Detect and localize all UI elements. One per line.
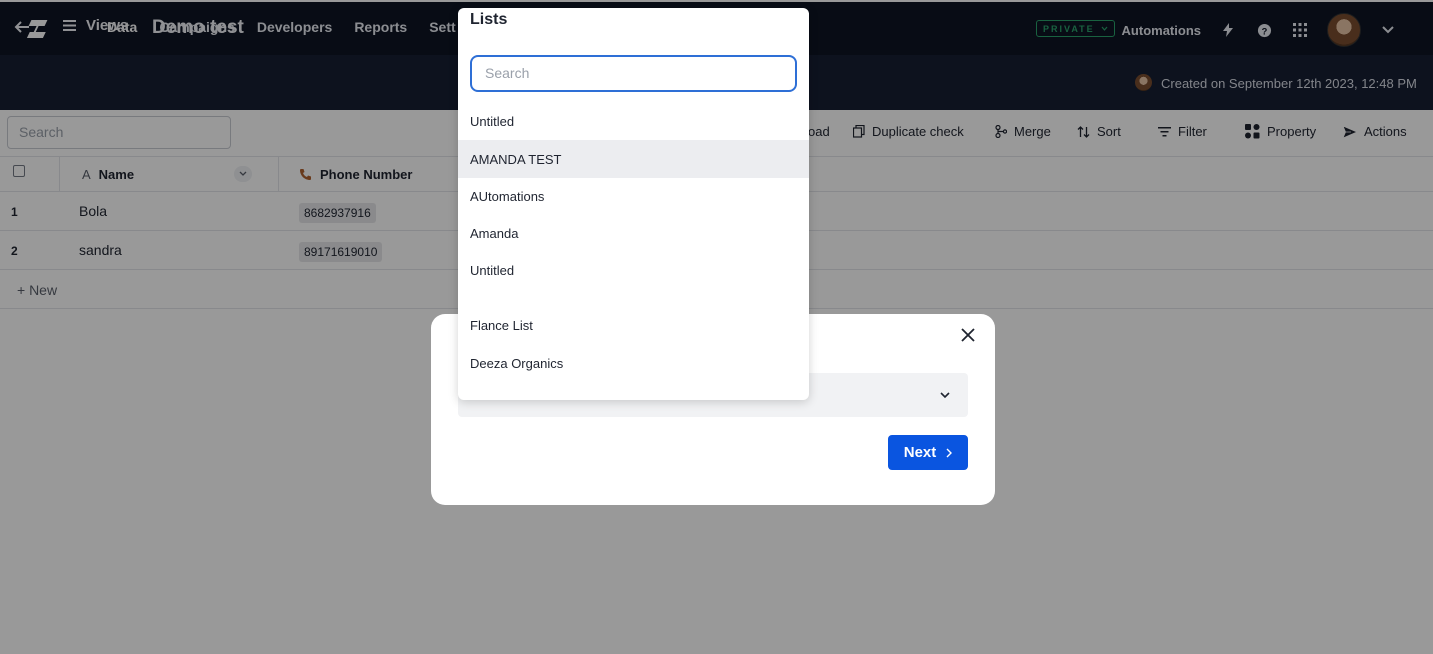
next-label: Next bbox=[903, 444, 937, 461]
close-icon[interactable] bbox=[960, 327, 976, 343]
list-option[interactable]: Untitled bbox=[458, 251, 809, 289]
chevron-right-icon bbox=[946, 448, 953, 457]
dropdown-title: Lists bbox=[470, 11, 508, 28]
chevron-down-icon bbox=[940, 392, 950, 399]
list-option[interactable]: Untitled bbox=[458, 102, 809, 140]
list-option[interactable]: AUtomations bbox=[458, 177, 809, 215]
next-button[interactable]: Next bbox=[888, 435, 968, 470]
list-option[interactable]: Amanda bbox=[458, 214, 809, 252]
list-option[interactable]: AMANDA TEST bbox=[458, 140, 809, 178]
dropdown-search-input[interactable]: Search bbox=[470, 55, 797, 92]
list-option[interactable]: Flance List bbox=[458, 306, 809, 344]
list-option[interactable]: Deeza Organics bbox=[458, 344, 809, 382]
